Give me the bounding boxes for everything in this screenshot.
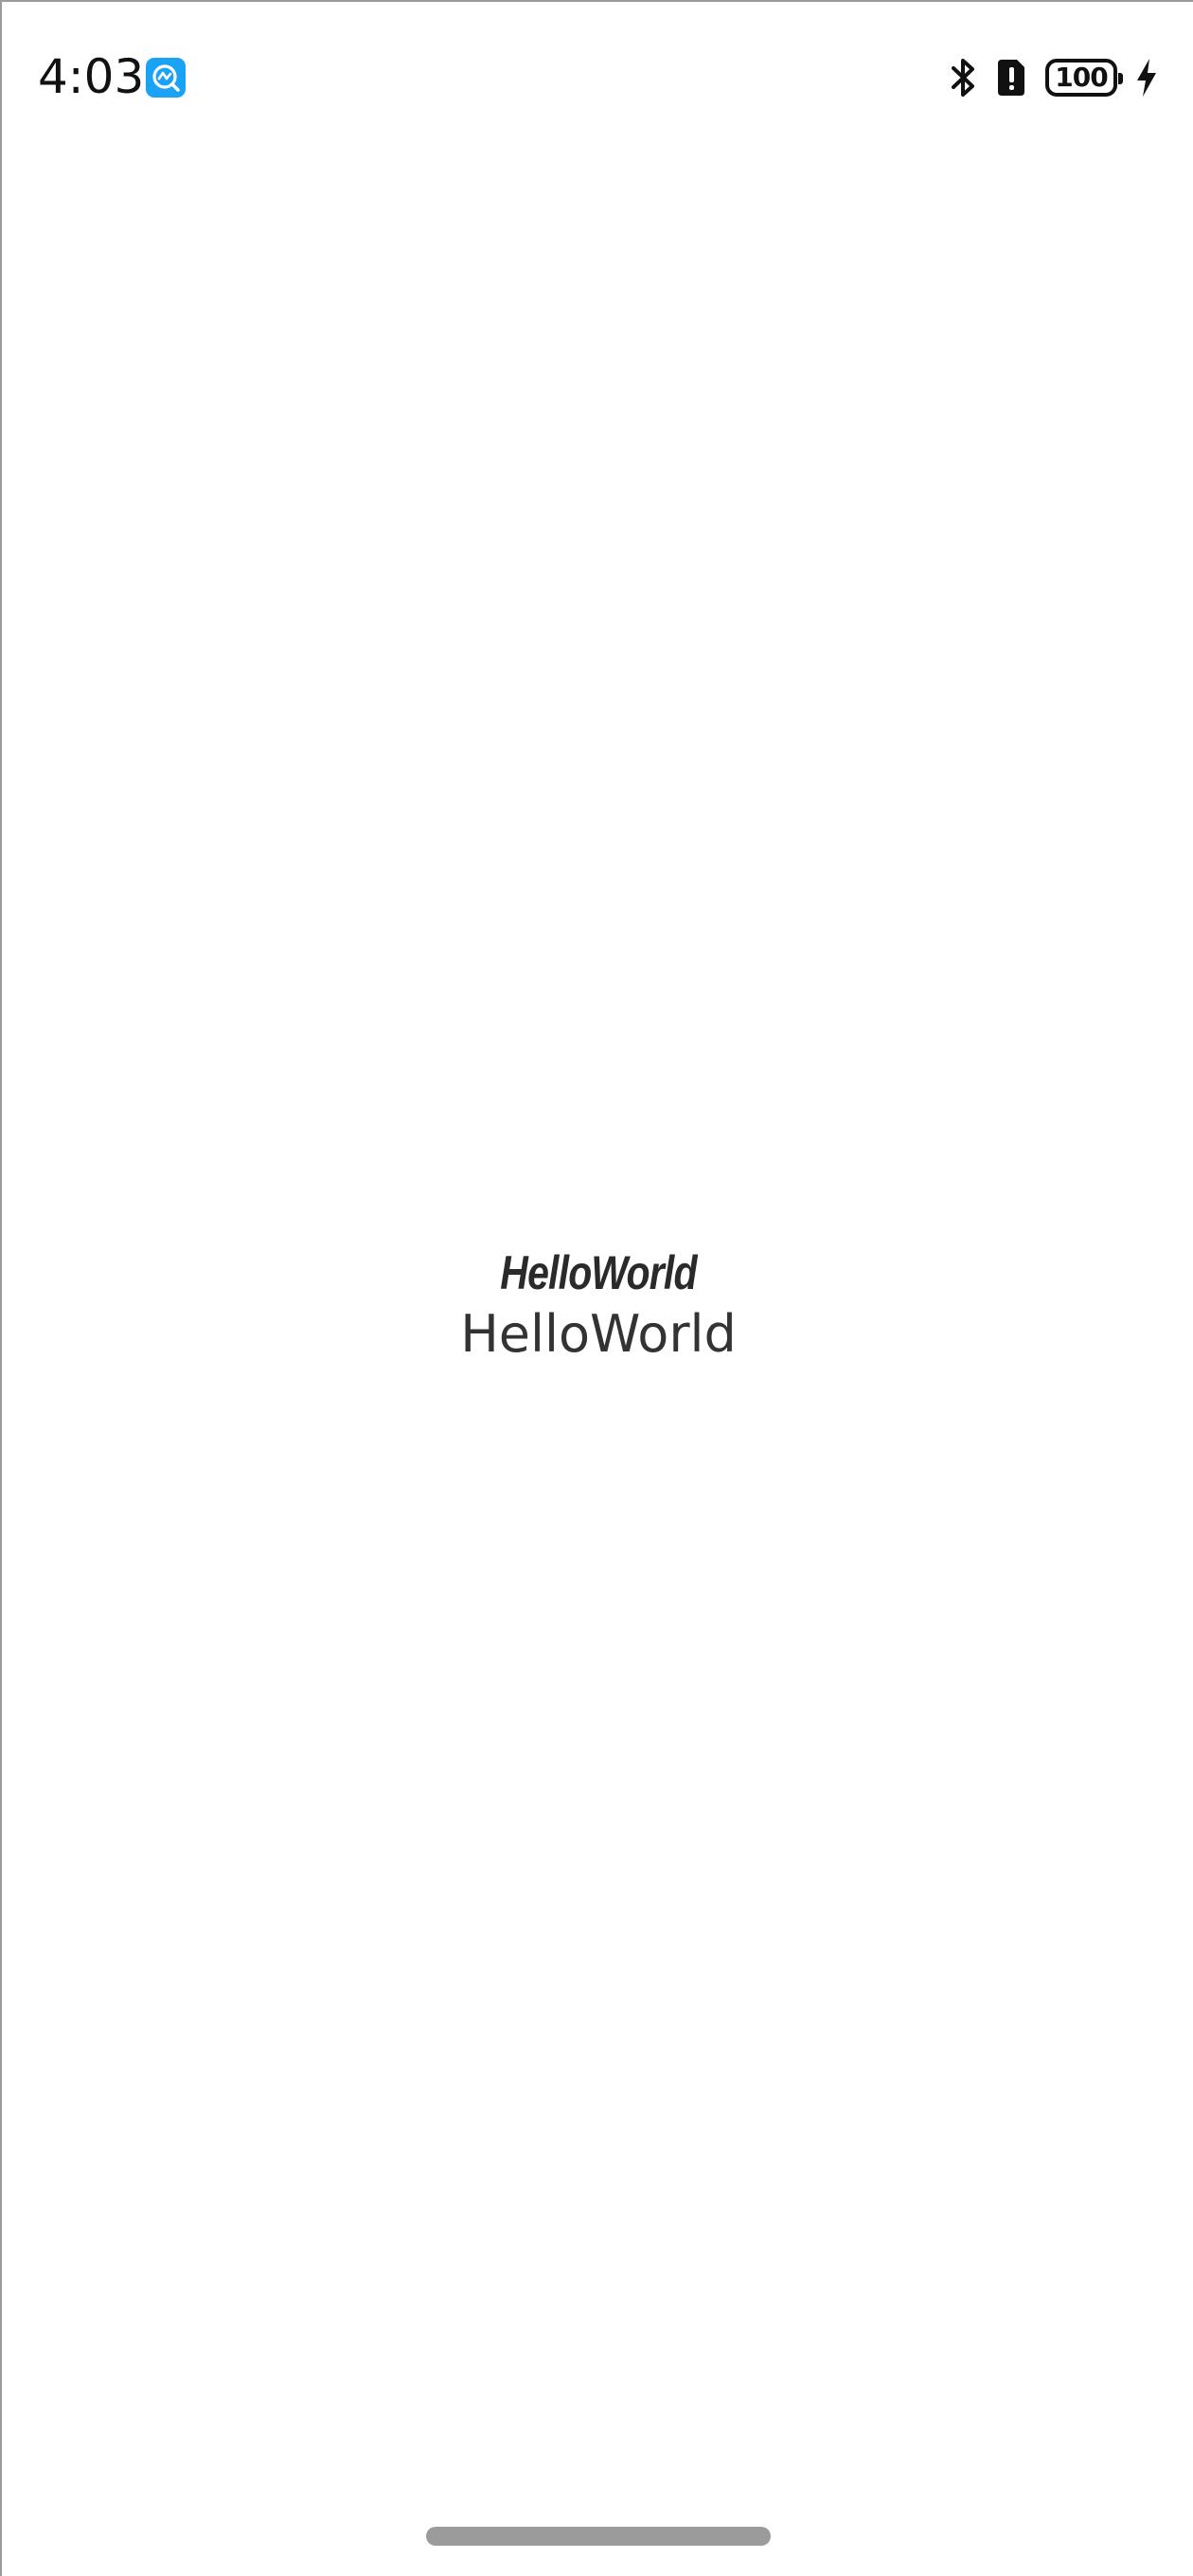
status-icons: 100 (949, 55, 1159, 100)
home-indicator[interactable] (426, 2527, 771, 2546)
app-monitor-icon (146, 58, 186, 98)
alert-icon (998, 60, 1024, 96)
hello-world-styled-text: HelloWorld (500, 1246, 697, 1299)
status-time: 4:03 (38, 49, 145, 104)
hello-world-text: HelloWorld (460, 1304, 737, 1364)
bluetooth-icon (952, 59, 974, 97)
main-content: HelloWorld HelloWorld (2, 1243, 1193, 1366)
charging-icon (1137, 59, 1156, 97)
status-bar: 4:03 100 (2, 2, 1193, 116)
battery-icon: 100 (1045, 59, 1123, 97)
battery-level: 100 (1055, 62, 1108, 93)
app-screen: 4:03 100 HelloWorld HelloWorld (0, 0, 1193, 2576)
